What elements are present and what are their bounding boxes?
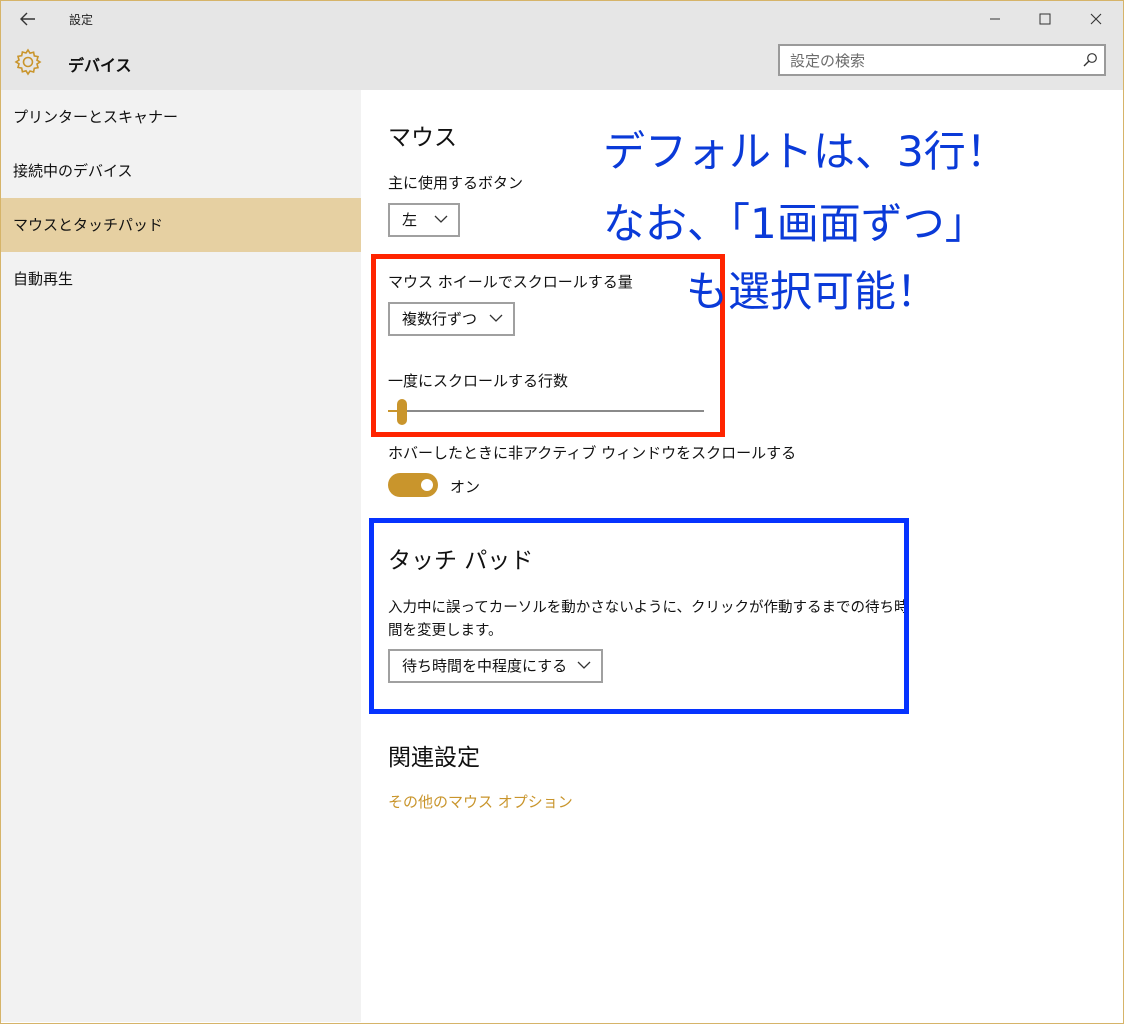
sidebar-item-connected-devices[interactable]: 接続中のデバイス bbox=[1, 144, 361, 198]
sidebar-item-printers[interactable]: プリンターとスキャナー bbox=[1, 90, 361, 144]
maximize-button[interactable] bbox=[1020, 1, 1070, 37]
search-icon[interactable] bbox=[1082, 52, 1098, 68]
annotation-line1: デフォルトは、3行！ bbox=[603, 127, 1008, 176]
minimize-icon bbox=[990, 18, 1000, 20]
close-icon bbox=[1090, 13, 1102, 25]
chevron-down-icon bbox=[434, 215, 448, 223]
maximize-icon bbox=[1039, 13, 1051, 25]
inactive-scroll-toggle[interactable] bbox=[388, 473, 438, 497]
sidebar: プリンターとスキャナー 接続中のデバイス マウスとタッチパッド 自動再生 bbox=[1, 90, 361, 1022]
sidebar-item-label: 接続中のデバイス bbox=[13, 162, 133, 180]
minimize-button[interactable] bbox=[970, 1, 1020, 37]
settings-header: デバイス bbox=[1, 37, 1123, 90]
primary-button-dropdown[interactable]: 左 bbox=[388, 203, 460, 237]
annotation-line2: なお、「1画面ずつ」 bbox=[603, 199, 987, 248]
app-title: 設定 bbox=[69, 13, 94, 27]
inactive-scroll-state: オン bbox=[450, 478, 481, 496]
back-button[interactable] bbox=[9, 5, 47, 33]
back-arrow-icon bbox=[20, 12, 35, 26]
blue-highlight-box bbox=[369, 518, 909, 714]
section-title: デバイス bbox=[68, 56, 132, 75]
search-input[interactable] bbox=[790, 51, 1070, 71]
annotation-line3: も選択可能！ bbox=[686, 267, 939, 316]
title-bar: 設定 bbox=[1, 1, 1123, 37]
mouse-heading: マウス bbox=[388, 125, 457, 151]
toggle-knob bbox=[421, 479, 433, 491]
primary-button-label: 主に使用するボタン bbox=[388, 174, 524, 192]
primary-button-value: 左 bbox=[402, 211, 418, 229]
red-highlight-box bbox=[371, 254, 725, 437]
related-settings-heading: 関連設定 bbox=[388, 745, 480, 771]
sidebar-item-mouse-touchpad[interactable]: マウスとタッチパッド bbox=[1, 198, 361, 252]
search-box[interactable] bbox=[778, 44, 1106, 76]
sidebar-item-label: プリンターとスキャナー bbox=[13, 108, 179, 126]
additional-mouse-options-link[interactable]: その他のマウス オプション bbox=[388, 791, 573, 812]
sidebar-item-label: マウスとタッチパッド bbox=[13, 216, 164, 234]
close-button[interactable] bbox=[1071, 1, 1121, 37]
sidebar-item-label: 自動再生 bbox=[13, 270, 74, 288]
sidebar-item-autoplay[interactable]: 自動再生 bbox=[1, 252, 361, 306]
gear-icon bbox=[14, 48, 42, 76]
inactive-scroll-label: ホバーしたときに非アクティブ ウィンドウをスクロールする bbox=[388, 444, 797, 462]
